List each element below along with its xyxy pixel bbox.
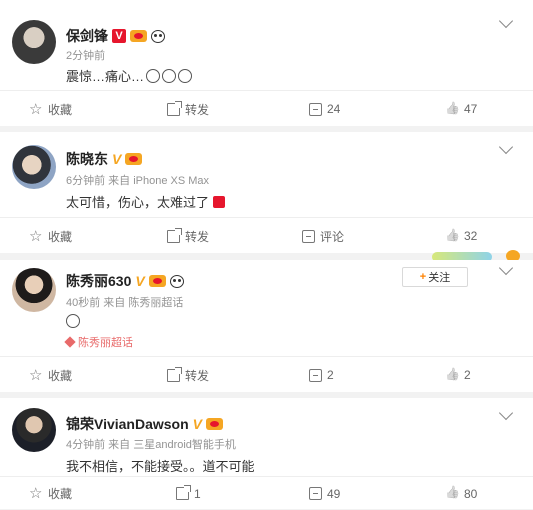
- repost-button[interactable]: 转发: [167, 91, 209, 127]
- like-button[interactable]: 47: [446, 91, 477, 127]
- like-button[interactable]: 2: [446, 357, 471, 393]
- post-3: 陈秀丽630 V 40秒前 来自 陈秀丽超话 陈秀丽超话 + 关注: [0, 260, 533, 356]
- post-meta: 40秒前 来自 陈秀丽超话: [66, 297, 184, 309]
- avatar[interactable]: [12, 145, 56, 189]
- like-icon: [446, 103, 459, 116]
- star-icon: [29, 227, 43, 245]
- share-icon: [167, 366, 182, 382]
- follow-button[interactable]: + 关注: [402, 267, 468, 287]
- panda-icon: [151, 29, 165, 43]
- vip-crown-icon: [130, 30, 147, 42]
- like-button[interactable]: 32: [446, 218, 477, 254]
- post-text: [66, 314, 80, 328]
- verified-badge-icon: V: [112, 29, 126, 43]
- username[interactable]: 陈晓东 V: [66, 149, 143, 169]
- vip-crown-icon: [148, 275, 166, 287]
- username[interactable]: 保剑锋 V: [66, 26, 165, 46]
- supertopic-link[interactable]: 陈秀丽超话: [64, 334, 133, 350]
- post-2: 陈晓东 V 6分钟前 来自 iPhone XS Max 太可惜，伤心，太难过了: [0, 132, 533, 217]
- chevron-down-icon[interactable]: [498, 139, 514, 155]
- favorite-button[interactable]: 收藏: [29, 357, 72, 393]
- chevron-down-icon[interactable]: [498, 260, 514, 276]
- repost-button[interactable]: 1: [176, 477, 201, 510]
- avatar[interactable]: [12, 20, 56, 64]
- verified-badge-icon: V: [192, 416, 203, 432]
- username[interactable]: 锦荣VivianDawson V: [66, 414, 224, 434]
- share-icon: [167, 100, 182, 116]
- sad-emoji-icon: [146, 68, 161, 83]
- sad-emoji-icon: [66, 314, 80, 328]
- star-icon: [29, 366, 43, 384]
- avatar[interactable]: [12, 268, 56, 312]
- comment-icon: [309, 368, 322, 382]
- post-meta: 4分钟前 来自 三星android智能手机: [66, 439, 236, 451]
- verified-badge-icon: V: [135, 273, 145, 289]
- favorite-button[interactable]: 收藏: [29, 477, 72, 510]
- post-text: 震惊…痛心…: [66, 66, 193, 85]
- sad-emoji-icon: [162, 68, 177, 83]
- vip-crown-icon: [206, 418, 224, 430]
- comment-button[interactable]: 评论: [302, 218, 344, 254]
- post-4: 锦荣VivianDawson V 4分钟前 来自 三星android智能手机 我…: [0, 398, 533, 476]
- repost-button[interactable]: 转发: [167, 357, 209, 393]
- panda-icon: [169, 274, 184, 288]
- avatar[interactable]: [12, 408, 56, 452]
- share-icon: [167, 227, 182, 243]
- star-icon: [29, 100, 43, 118]
- post-text: 太可惜，伤心，太难过了: [66, 192, 226, 211]
- comment-icon: [302, 229, 315, 243]
- gift-icon: [213, 195, 226, 208]
- like-icon: [446, 230, 459, 243]
- comment-icon: [309, 487, 322, 500]
- comment-button[interactable]: 2: [309, 357, 334, 393]
- post-1: 保剑锋 V 2分钟前 震惊…痛心…: [0, 0, 533, 90]
- verified-badge-icon: V: [112, 151, 122, 167]
- share-icon: [176, 485, 191, 500]
- username[interactable]: 陈秀丽630 V: [66, 271, 184, 291]
- comment-icon: [309, 102, 322, 116]
- favorite-button[interactable]: 收藏: [29, 91, 72, 127]
- diamond-icon: [64, 336, 76, 348]
- favorite-button[interactable]: 收藏: [29, 218, 72, 254]
- like-button[interactable]: 80: [446, 477, 477, 510]
- like-icon: [446, 369, 459, 382]
- chevron-down-icon[interactable]: [498, 405, 514, 421]
- like-icon: [446, 487, 459, 500]
- comment-button[interactable]: 24: [309, 91, 340, 127]
- post-meta: 2分钟前: [66, 50, 106, 62]
- sad-emoji-icon: [178, 68, 193, 83]
- post-meta: 6分钟前 来自 iPhone XS Max: [66, 175, 210, 187]
- star-icon: [29, 484, 43, 502]
- repost-button[interactable]: 转发: [167, 218, 209, 254]
- action-bar: 收藏 转发 2 2: [0, 356, 533, 392]
- chevron-down-icon[interactable]: [498, 13, 514, 29]
- action-bar: 收藏 转发 24 47: [0, 90, 533, 126]
- action-bar: 收藏 转发 评论 32: [0, 217, 533, 253]
- comment-button[interactable]: 49: [309, 477, 340, 510]
- vip-crown-icon: [125, 153, 143, 165]
- post-text: 我不相信，不能接受。。道不可能: [66, 459, 255, 474]
- action-bar: 收藏 1 49 80: [0, 476, 533, 509]
